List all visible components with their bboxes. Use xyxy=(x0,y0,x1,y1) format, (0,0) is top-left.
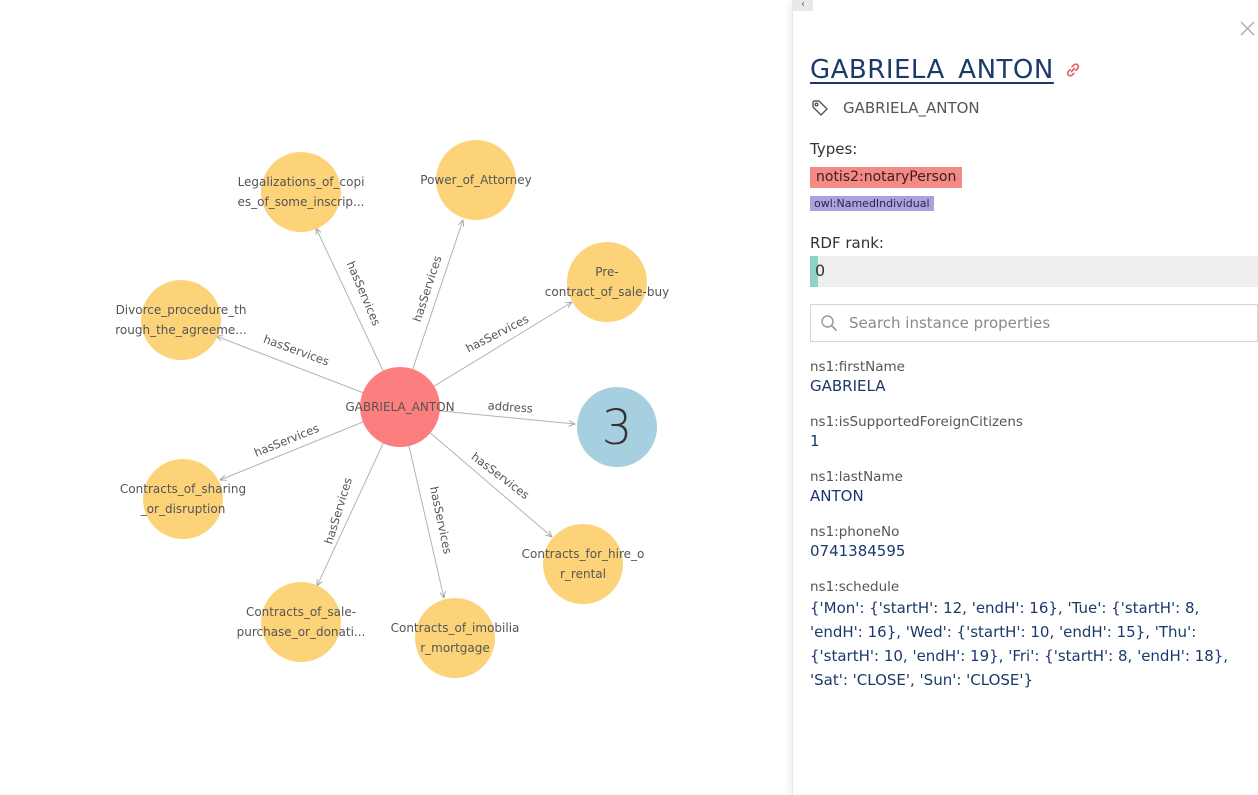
edge-label: address xyxy=(487,398,533,415)
edge-label: hasServices xyxy=(410,254,445,324)
service-node-circle[interactable] xyxy=(143,459,223,539)
property-supported-foreign-citizens: ns1:isSupportedForeignCitizens 1 xyxy=(810,413,1250,451)
search-icon xyxy=(821,315,837,331)
rdf-rank-value: 0 xyxy=(815,261,826,280)
service-node[interactable]: Contracts_of_sale-purchase_or_donati... xyxy=(237,582,366,662)
property-name: ns1:schedule xyxy=(810,579,900,595)
service-node-label: Power_of_Attorney xyxy=(420,173,531,187)
address-count-node[interactable]: 3 xyxy=(577,387,657,467)
center-node[interactable]: GABRIELA_ANTON xyxy=(345,367,455,447)
search-input[interactable] xyxy=(847,306,1251,340)
service-node[interactable]: Power_of_Attorney xyxy=(420,140,532,220)
property-value: GABRIELA xyxy=(810,377,886,395)
service-node-label: es_of_some_inscrip... xyxy=(238,195,365,209)
service-node-circle[interactable] xyxy=(141,280,221,360)
rdf-rank-heading: RDF rank: xyxy=(810,234,884,252)
edge-label: hasServices xyxy=(321,476,355,546)
edge-label: hasServices xyxy=(262,332,331,369)
service-node-label: Contracts_of_sharing xyxy=(120,482,246,496)
tag-icon xyxy=(812,100,828,116)
resource-details-panel: ‹ GABRIELA_ANTON GABRIELA_ANTON Types: n… xyxy=(792,0,1258,795)
label-row: GABRIELA_ANTON xyxy=(810,98,980,118)
property-first-name: ns1:firstName GABRIELA xyxy=(810,358,1250,396)
property-phone-no: ns1:phoneNo 0741384595 xyxy=(810,523,1250,561)
service-node-circle[interactable] xyxy=(567,242,647,322)
service-node[interactable]: Contracts_of_imobilia r_mortgage xyxy=(391,598,520,678)
center-node-label: GABRIELA_ANTON xyxy=(345,400,454,414)
property-value: ANTON xyxy=(810,487,864,505)
property-name: ns1:firstName xyxy=(810,359,905,375)
service-node-circle[interactable] xyxy=(415,598,495,678)
service-node[interactable]: Contracts_for_hire_o r_rental xyxy=(522,524,645,604)
service-node-label: rough_the_agreeme... xyxy=(115,323,246,337)
service-node-label: Contracts_for_hire_o xyxy=(522,547,645,561)
nodes-layer: Legalizations_of_copi es_of_some_inscrip.… xyxy=(115,140,669,678)
graph-canvas[interactable]: hasServices hasServices hasServices hasServ… xyxy=(0,0,792,795)
resource-title-link[interactable]: GABRIELA_ANTON xyxy=(810,55,1054,85)
service-node-label: Contracts_of_imobilia xyxy=(391,621,520,635)
property-value: 1 xyxy=(810,432,820,450)
service-node-label: purchase_or_donati... xyxy=(237,625,366,639)
service-node-circle[interactable] xyxy=(261,582,341,662)
collapse-panel-button[interactable]: ‹ xyxy=(793,0,813,11)
rdf-rank-bar: 0 xyxy=(810,256,1258,287)
properties-list: ns1:firstName GABRIELA ns1:isSupportedFo… xyxy=(810,358,1250,709)
edge-label: hasServices xyxy=(252,421,321,460)
title-row: GABRIELA_ANTON xyxy=(810,50,1082,90)
types-heading: Types: xyxy=(810,140,858,158)
property-value: {'Mon': {'startH': 12, 'endH': 16}, 'Tue… xyxy=(810,599,1229,689)
service-node-label: r_mortgage xyxy=(420,641,490,655)
property-search-box[interactable] xyxy=(810,304,1258,342)
service-node[interactable]: Legalizations_of_copi es_of_some_inscrip.… xyxy=(238,152,365,232)
service-node-label: Legalizations_of_copi xyxy=(238,175,365,189)
edge-label: hasServices xyxy=(427,485,455,555)
service-node-label: r_rental xyxy=(560,567,606,581)
property-name: ns1:lastName xyxy=(810,469,903,485)
link-icon[interactable] xyxy=(1064,61,1082,79)
type-badge-named-individual: owl:NamedIndividual xyxy=(810,196,934,211)
service-node-circle[interactable] xyxy=(543,524,623,604)
close-icon xyxy=(1240,21,1255,36)
service-node[interactable]: Pre-contract_of_sale-buy xyxy=(545,242,669,322)
service-node-label: _or_disruption xyxy=(140,502,226,516)
edge-label: hasServices xyxy=(469,450,532,503)
property-name: ns1:isSupportedForeignCitizens xyxy=(810,414,1023,430)
close-panel-button[interactable] xyxy=(1237,18,1257,38)
property-last-name: ns1:lastName ANTON xyxy=(810,468,1250,506)
service-node-label: Divorce_procedure_th xyxy=(116,303,247,317)
resource-label: GABRIELA_ANTON xyxy=(843,99,980,117)
property-schedule: ns1:schedule {'Mon': {'startH': 12, 'end… xyxy=(810,578,1250,692)
graph-svg[interactable]: hasServices hasServiceshasServiceshasServ… xyxy=(0,0,792,795)
service-node-label: contract_of_sale-buy xyxy=(545,285,669,299)
type-badge-notary-person: notis2:notaryPerson xyxy=(810,167,963,188)
chevron-left-icon: ‹ xyxy=(801,0,805,10)
property-name: ns1:phoneNo xyxy=(810,524,900,540)
edge-label: hasServices xyxy=(344,259,384,328)
property-value: 0741384595 xyxy=(810,542,906,560)
service-node-label: Pre- xyxy=(595,265,618,279)
count-node-label: 3 xyxy=(602,400,633,456)
service-node[interactable]: Contracts_of_sharing _or_disruption xyxy=(120,459,246,539)
service-node[interactable]: Divorce_procedure_th rough_the_agreeme... xyxy=(115,280,247,360)
service-node-label: Contracts_of_sale- xyxy=(246,605,356,619)
service-node-circle[interactable] xyxy=(261,152,341,232)
